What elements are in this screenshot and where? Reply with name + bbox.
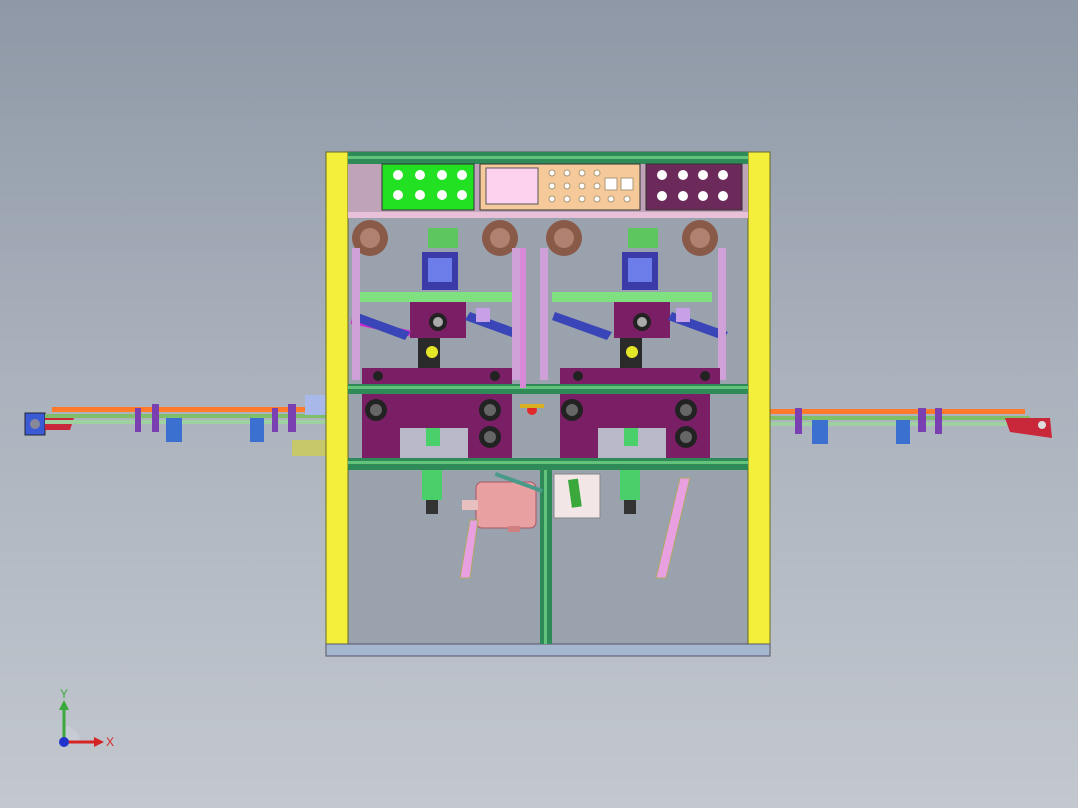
- cad-viewport[interactable]: Y X: [0, 0, 1078, 808]
- x-axis-label: X: [106, 735, 114, 749]
- control-panels: [348, 163, 748, 218]
- left-conveyor: [24, 395, 335, 456]
- machine-assembly-model[interactable]: [0, 0, 1078, 808]
- y-axis-label: Y: [60, 687, 68, 701]
- axis-triad: Y X: [59, 687, 114, 749]
